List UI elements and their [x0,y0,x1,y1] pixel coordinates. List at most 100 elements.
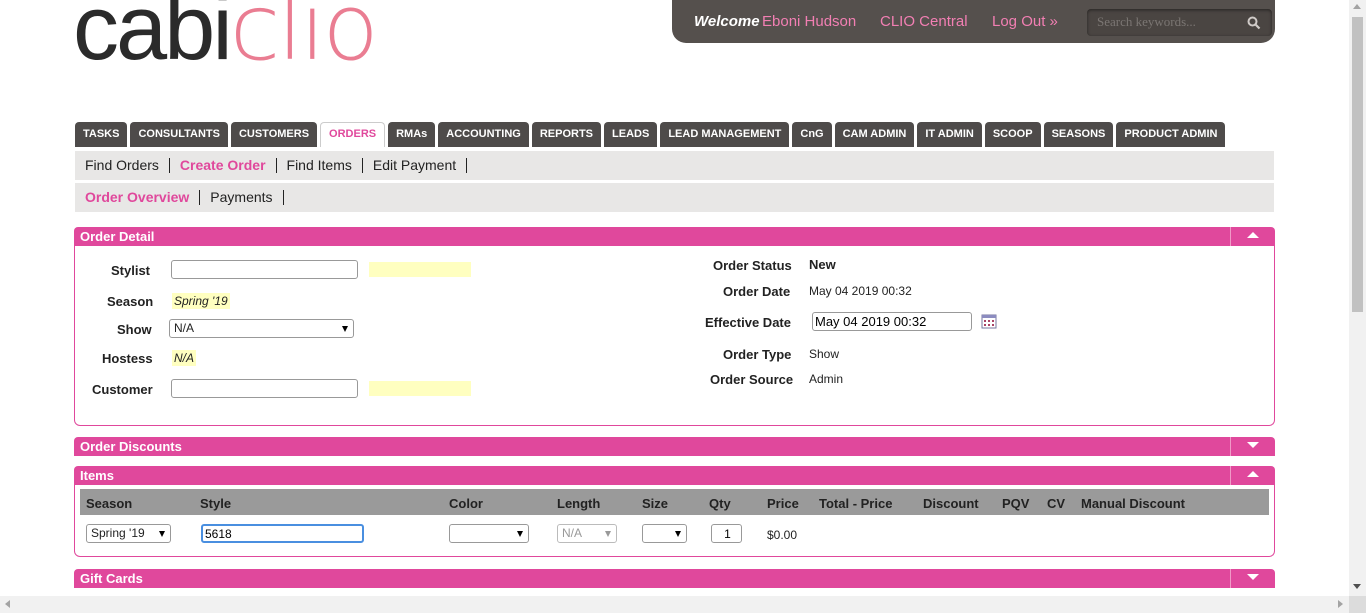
items-header[interactable]: Items [74,466,1275,485]
nav-tab-leads[interactable]: LEADS [604,122,658,147]
page: cabiclio Welcome Eboni Hudson CLIO Centr… [0,0,1349,596]
main-nav: TASKS CONSULTANTS CUSTOMERS ORDERS RMAs ACCOU… [75,122,1226,147]
search-box [1087,9,1272,36]
chevron-down-icon [517,531,523,537]
search-input[interactable] [1097,13,1237,31]
subnav-find-items[interactable]: Find Items [287,158,363,173]
item-season-select[interactable]: Spring '19 [86,524,171,543]
nav-tab-seasons[interactable]: SEASONS [1043,122,1114,147]
user-bar: Welcome Eboni Hudson CLIO Central Log Ou… [672,0,1275,43]
customer-label: Customer [92,382,153,397]
order-discounts-title: Order Discounts [80,439,182,454]
item-price-value: $0.00 [767,528,798,542]
order-status-value: New [809,257,836,272]
expand-toggle[interactable] [1230,437,1275,456]
order-detail-title: Order Detail [80,229,155,244]
logout-link[interactable]: Log Out » [992,13,1058,30]
scrollbar-thumb[interactable] [1352,17,1363,312]
hostess-value: N/A [172,350,197,366]
chevron-up-icon [1247,471,1259,477]
nav-tab-it-admin[interactable]: IT ADMIN [917,122,982,147]
logo-part-cabi: cabi [73,0,233,79]
order-subnav: Find Orders Create Order Find Items Edit Pa… [75,151,1274,180]
nav-tab-accounting[interactable]: ACCOUNTING [438,122,529,147]
order-discounts-header[interactable]: Order Discounts [74,437,1275,456]
gift-cards-title: Gift Cards [80,571,143,586]
effective-date-input[interactable] [812,312,972,331]
logo-part-clio: clio [229,0,379,81]
order-detail-header[interactable]: Order Detail [74,227,1275,246]
column-header-discount: Discount [923,496,979,511]
order-date-value: May 04 2019 00:32 [809,284,912,298]
subnav-edit-payment[interactable]: Edit Payment [373,158,468,173]
nav-tab-product-admin[interactable]: PRODUCT ADMIN [1116,122,1226,147]
nav-tab-orders[interactable]: ORDERS [320,122,386,147]
order-type-label: Order Type [723,347,792,362]
column-header-total-price: Total - Price [819,496,893,511]
column-header-style: Style [200,496,232,511]
item-size-select[interactable] [642,524,687,543]
item-length-select[interactable]: N/A [557,524,617,543]
order-detail-panel: Stylist Season Spring '19 Show N/A Hoste… [74,246,1275,426]
scrollbar-corner [1349,596,1366,613]
horizontal-scrollbar[interactable] [0,596,1349,613]
nav-tab-customers[interactable]: CUSTOMERS [230,122,318,147]
stylist-label: Stylist [111,263,151,278]
chevron-down-icon [1247,574,1259,580]
search-icon[interactable] [1247,16,1261,30]
show-select-value: N/A [174,321,195,335]
season-value: Spring '19 [172,293,230,309]
customer-input[interactable] [171,379,358,398]
column-header-color: Color [449,496,483,511]
item-qty-input[interactable] [711,524,742,543]
chevron-down-icon [159,531,165,537]
column-header-season: Season [86,496,133,511]
cabi-clio-logo[interactable]: cabiclio [73,0,379,74]
gift-cards-header[interactable]: Gift Cards [74,569,1275,588]
collapse-toggle[interactable] [1230,227,1275,246]
item-style-input[interactable] [201,524,364,543]
nav-tab-scoop[interactable]: SCOOP [984,122,1041,147]
clio-central-link[interactable]: CLIO Central [880,13,968,30]
season-label: Season [107,294,154,309]
nav-tab-consultants[interactable]: CONSULTANTS [130,122,228,147]
order-type-value: Show [809,347,840,361]
chevron-down-icon [675,531,681,537]
customer-name-highlight [369,381,471,396]
nav-tab-cam-admin[interactable]: CAM ADMIN [834,122,915,147]
scroll-up-icon[interactable] [1353,4,1361,9]
column-header-cv: CV [1047,496,1066,511]
scroll-down-icon[interactable] [1353,584,1361,589]
welcome-label: Welcome [694,13,760,30]
nav-tab-cng[interactable]: CnG [792,122,832,147]
column-header-size: Size [642,496,669,511]
nav-tab-reports[interactable]: REPORTS [531,122,602,147]
chevron-down-icon [1247,442,1259,448]
column-header-qty: Qty [709,496,731,511]
stylist-input[interactable] [171,260,358,279]
subnav-create-order[interactable]: Create Order [180,158,277,173]
subnav-order-overview[interactable]: Order Overview [85,190,201,205]
nav-tab-rmas[interactable]: RMAs [388,122,436,147]
stylist-name-highlight [369,262,471,277]
chevron-down-icon [342,326,348,332]
nav-tab-lead-management[interactable]: LEAD MANAGEMENT [660,122,790,147]
item-season-value: Spring '19 [91,526,145,540]
subnav-find-orders[interactable]: Find Orders [85,158,170,173]
user-name-link[interactable]: Eboni Hudson [762,13,856,30]
order-status-label: Order Status [713,258,792,273]
item-color-select[interactable] [449,524,529,543]
collapse-toggle[interactable] [1230,466,1275,485]
show-label: Show [117,322,152,337]
order-source-value: Admin [809,372,844,386]
vertical-scrollbar[interactable] [1349,0,1366,596]
calendar-icon[interactable] [981,313,997,329]
order-source-label: Order Source [710,372,794,387]
nav-tab-tasks[interactable]: TASKS [75,122,128,147]
scroll-left-icon[interactable] [5,600,10,608]
expand-toggle[interactable] [1230,569,1275,588]
subnav-payments[interactable]: Payments [210,190,284,205]
show-select[interactable]: N/A [169,319,354,338]
items-table-header: Season Style Color Length Size Qty Price Total … [80,489,1269,515]
scroll-right-icon[interactable] [1338,600,1343,608]
